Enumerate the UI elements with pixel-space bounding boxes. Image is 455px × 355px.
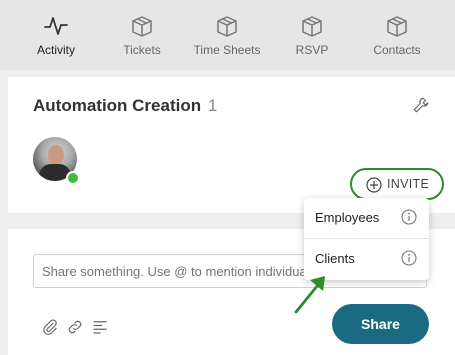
tab-tickets[interactable]: Tickets — [108, 0, 176, 70]
tab-activity[interactable]: Activity — [22, 0, 90, 70]
avatar-face — [48, 145, 64, 165]
group-title: Automation Creation — [33, 96, 202, 115]
invite-dropdown-menu: Employees Clients — [304, 198, 429, 280]
menu-item-employees[interactable]: Employees — [304, 198, 429, 238]
menu-item-label: Employees — [315, 210, 380, 225]
link-icon[interactable] — [66, 318, 84, 336]
tab-rsvp[interactable]: RSVP — [278, 0, 346, 70]
info-icon[interactable] — [401, 250, 417, 266]
wrench-icon[interactable] — [412, 96, 430, 114]
top-nav: Activity Tickets Time Sheets RSVP Contac… — [0, 0, 455, 70]
invite-button[interactable]: INVITE — [350, 168, 444, 200]
box-icon — [302, 16, 322, 37]
tab-label: RSVP — [295, 43, 329, 57]
box-icon — [132, 16, 152, 37]
tab-label: Tickets — [123, 43, 161, 57]
invite-label: INVITE — [387, 177, 430, 191]
attachment-icon[interactable] — [41, 318, 59, 336]
tab-label: Contacts — [373, 43, 421, 57]
tab-contacts[interactable]: Contacts — [363, 0, 431, 70]
menu-item-label: Clients — [315, 251, 355, 266]
tab-label: Time Sheets — [193, 43, 261, 57]
tab-label: Activity — [36, 43, 75, 57]
member-count: 1 — [207, 96, 218, 115]
page-title: Automation Creation 1 — [33, 96, 217, 116]
info-icon[interactable] — [401, 209, 417, 225]
plus-circle-icon — [366, 177, 382, 193]
app-screen: Activity Tickets Time Sheets RSVP Contac… — [0, 0, 455, 355]
annotation-arrow-icon — [294, 276, 325, 314]
box-icon — [387, 16, 407, 37]
tab-time-sheets[interactable]: Time Sheets — [190, 0, 264, 70]
text-format-icon[interactable] — [91, 318, 109, 336]
share-button[interactable]: Share — [332, 304, 429, 344]
activity-icon — [44, 17, 68, 35]
box-icon — [217, 16, 237, 37]
online-status-dot — [66, 171, 80, 185]
